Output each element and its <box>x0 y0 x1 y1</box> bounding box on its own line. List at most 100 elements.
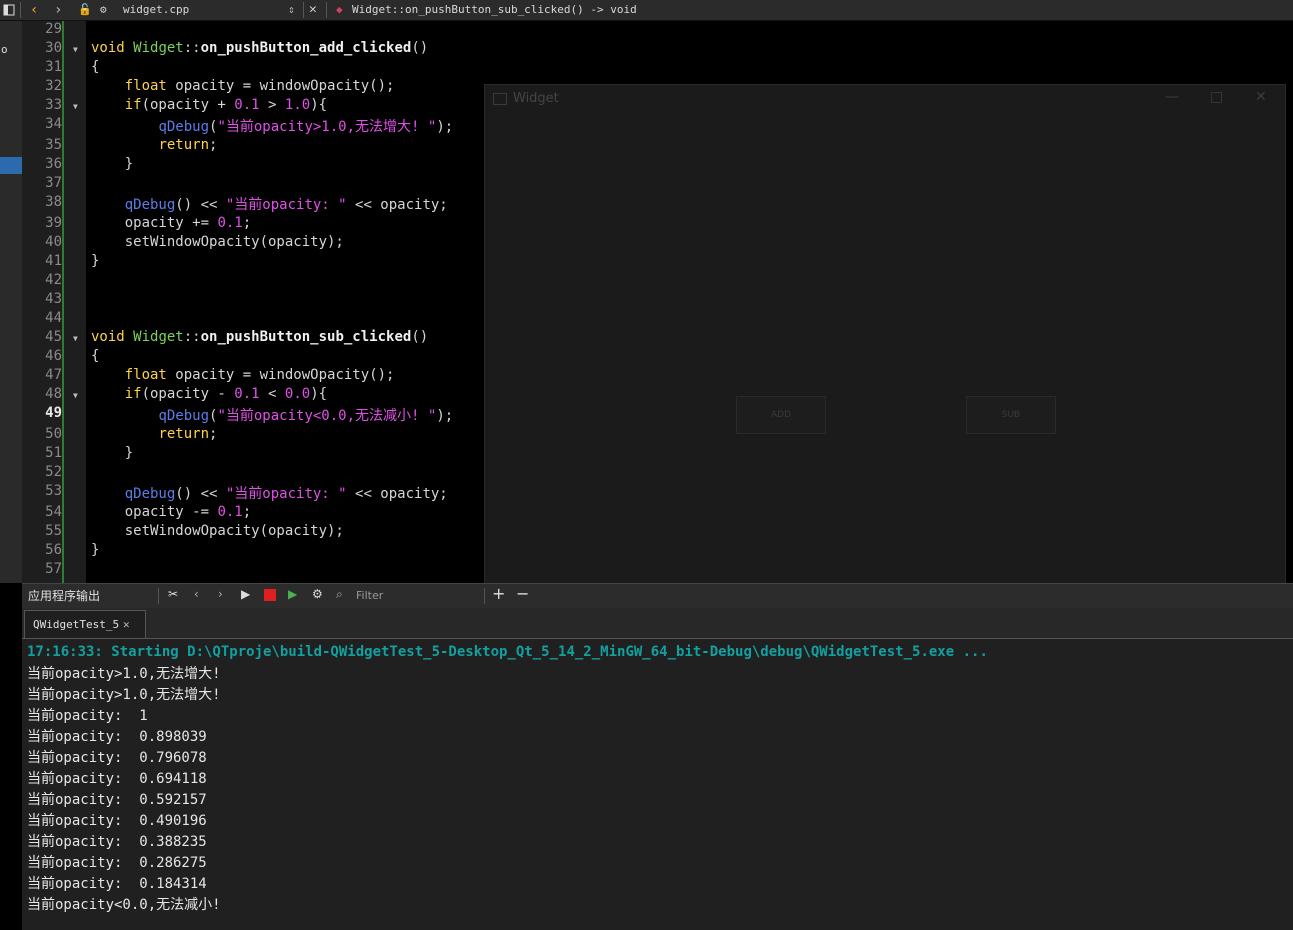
output-line: 当前opacity<0.0,无法减小! <box>27 897 221 913</box>
sidebar-active-marker[interactable] <box>0 157 22 174</box>
output-line: 当前opacity: 0.286275 <box>27 855 207 871</box>
code-line: { <box>91 59 100 75</box>
fold-arrow-icon[interactable]: ▼ <box>73 102 78 111</box>
fold-arrow-icon[interactable]: ▼ <box>73 391 78 400</box>
line-number: 46 <box>45 348 62 364</box>
line-number: 41 <box>45 253 62 269</box>
output-line: 当前opacity>1.0,无法增大! <box>27 687 221 703</box>
filter-input[interactable]: Filter <box>356 589 383 602</box>
output-line: 当前opacity: 0.490196 <box>27 813 207 829</box>
tab-pin-icon[interactable]: ✕ <box>123 611 130 639</box>
mode-sidebar: o <box>0 21 22 583</box>
line-number: 45 <box>45 329 62 345</box>
line-number: 40 <box>45 234 62 250</box>
filter-search-icon: ⌕ <box>336 587 343 601</box>
code-line: void Widget::on_pushButton_add_clicked() <box>91 40 429 56</box>
line-number: 56 <box>45 542 62 558</box>
code-line: } <box>91 542 100 558</box>
add-button[interactable]: ADD <box>736 396 826 434</box>
line-number: 31 <box>45 59 62 75</box>
line-number: 43 <box>45 291 62 307</box>
code-line: void Widget::on_pushButton_sub_clicked() <box>91 329 429 345</box>
code-line: qDebug() << "当前opacity: " << opacity; <box>124 486 448 502</box>
line-number: 42 <box>45 272 62 288</box>
code-line: opacity += 0.1; <box>91 215 252 231</box>
line-number: 55 <box>45 523 62 539</box>
code-line: } <box>91 156 134 172</box>
maximize-icon[interactable]: □ <box>1210 89 1223 105</box>
code-line: opacity -= 0.1; <box>91 504 252 520</box>
code-line: float opacity = windowOpacity(); <box>124 367 395 383</box>
code-line: if(opacity + 0.1 > 1.0){ <box>124 97 328 113</box>
window-icon <box>493 93 507 105</box>
output-toolbar: 应用程序输出 ✂ ‹ › ▶ ▶ ⚙ ⌕ Filter + − <box>22 583 1293 608</box>
line-number: 36 <box>45 156 62 172</box>
code-line: setWindowOpacity(opacity); <box>91 234 344 250</box>
line-number: 49 <box>45 405 62 421</box>
line-number: 50 <box>45 426 62 442</box>
code-line: return; <box>158 426 218 442</box>
line-number: 44 <box>45 310 62 326</box>
line-number: 48 <box>45 386 62 402</box>
widget-title: Widget <box>513 91 559 106</box>
output-tab-bar: QWidgetTest_5 ✕ <box>22 608 1293 639</box>
output-line: 当前opacity: 0.388235 <box>27 834 207 850</box>
code-line: qDebug("当前opacity>1.0,无法增大! "); <box>158 119 454 135</box>
line-number: 47 <box>45 367 62 383</box>
sidebar-circle-icon[interactable]: o <box>1 43 8 56</box>
close-window-icon[interactable]: ✕ <box>1255 89 1267 105</box>
line-number: 38 <box>45 194 62 210</box>
file-combo-arrows-icon[interactable]: ⇕ <box>288 0 295 20</box>
line-number: 39 <box>45 215 62 231</box>
lock-icon[interactable]: 🔓 <box>78 0 92 20</box>
line-number: 33 <box>45 97 62 113</box>
output-pane-title: 应用程序输出 <box>28 589 101 603</box>
output-line: 当前opacity>1.0,无法增大! <box>27 666 221 682</box>
previous-item-icon[interactable]: ‹ <box>194 587 199 601</box>
file-type-icon: ⚙ <box>100 3 107 16</box>
line-number: 52 <box>45 464 62 480</box>
line-number: 51 <box>45 445 62 461</box>
output-line: 当前opacity: 1 <box>27 708 148 724</box>
output-tab[interactable]: QWidgetTest_5 ✕ <box>24 610 146 638</box>
line-number: 35 <box>45 137 62 153</box>
next-item-icon[interactable]: › <box>218 587 223 601</box>
line-number: 37 <box>45 175 62 191</box>
line-number: 30 <box>45 40 62 56</box>
line-number: 34 <box>45 116 62 132</box>
fold-arrow-icon[interactable]: ▼ <box>73 45 78 54</box>
output-line: 当前opacity: 0.694118 <box>27 771 207 787</box>
code-line: { <box>91 348 100 364</box>
code-line: qDebug("当前opacity<0.0,无法减小! "); <box>158 408 454 424</box>
sidebar-toggle-icon[interactable] <box>3 0 15 20</box>
line-number: 54 <box>45 504 62 520</box>
editor-toolbar: ‹ › 🔓 ⚙ widget.cpp ⇕ ✕ ◆ Widget::on_push… <box>0 0 1293 21</box>
stop-icon[interactable] <box>264 589 276 601</box>
code-line: qDebug() << "当前opacity: " << opacity; <box>124 197 448 213</box>
add-pane-icon[interactable]: + <box>492 584 505 603</box>
debug-run-icon[interactable]: ▶ <box>288 587 297 601</box>
output-line: 当前opacity: 0.184314 <box>27 876 207 892</box>
line-number: 32 <box>45 78 62 94</box>
code-line: setWindowOpacity(opacity); <box>91 523 344 539</box>
clear-output-icon[interactable]: ✂ <box>168 587 178 601</box>
output-start-line: 17:16:33: Starting D:\QTproje\build-QWid… <box>27 644 988 660</box>
file-name-combo[interactable]: widget.cpp <box>123 0 189 20</box>
run-icon[interactable]: ▶ <box>241 587 250 601</box>
remove-pane-icon[interactable]: − <box>516 584 529 603</box>
code-line: } <box>91 253 100 269</box>
line-number: 57 <box>45 561 62 577</box>
fold-arrow-icon[interactable]: ▼ <box>73 334 78 343</box>
output-line: 当前opacity: 0.796078 <box>27 750 207 766</box>
back-arrow-icon[interactable]: ‹ <box>30 0 38 20</box>
forward-arrow-icon[interactable]: › <box>54 0 62 20</box>
settings-gear-icon[interactable]: ⚙ <box>312 587 323 601</box>
code-line: } <box>91 445 134 461</box>
minimize-icon[interactable]: — <box>1165 89 1179 105</box>
close-document-icon[interactable]: ✕ <box>309 0 317 20</box>
output-tab-label: QWidgetTest_5 <box>33 618 120 631</box>
sub-button[interactable]: SUB <box>966 396 1056 434</box>
line-number: 53 <box>45 483 62 499</box>
code-line: if(opacity - 0.1 < 0.0){ <box>124 386 328 402</box>
function-combo[interactable]: Widget::on_pushButton_sub_clicked() -> v… <box>352 0 637 20</box>
